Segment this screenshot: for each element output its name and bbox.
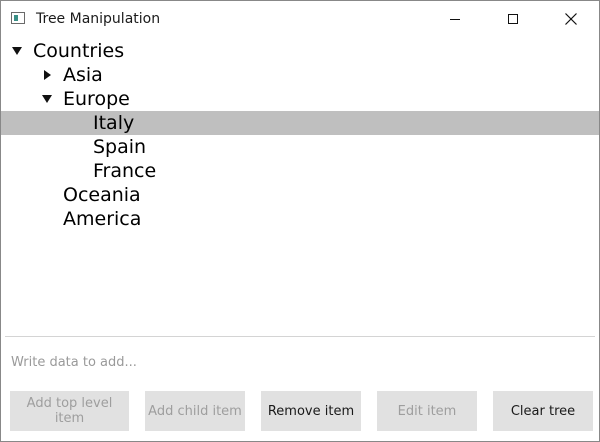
tree-item-countries[interactable]: Countries	[1, 39, 599, 63]
tree-item-label: America	[63, 208, 142, 230]
tree-item-label: Asia	[63, 64, 103, 86]
tree-item-label: Oceania	[63, 184, 141, 206]
edit-item-button[interactable]: Edit item	[377, 391, 477, 431]
tree-item-label: Italy	[93, 112, 135, 134]
window-title: Tree Manipulation	[36, 11, 161, 27]
tree-item-asia[interactable]: Asia	[1, 63, 599, 87]
tree-item-france[interactable]: France	[1, 159, 599, 183]
remove-item-button[interactable]: Remove item	[261, 391, 361, 431]
data-input[interactable]	[5, 344, 595, 380]
divider	[5, 336, 595, 337]
minimize-icon	[450, 18, 460, 20]
add-child-item-button[interactable]: Add child item	[145, 391, 245, 431]
add-top-level-item-button[interactable]: Add top level item	[10, 391, 129, 431]
tree-item-spain[interactable]: Spain	[1, 135, 599, 159]
close-button[interactable]	[548, 1, 594, 37]
tree-item-label: Spain	[93, 136, 147, 158]
close-icon	[565, 13, 577, 25]
app-window-icon	[11, 12, 25, 24]
collapsed-arrow-icon[interactable]	[40, 63, 54, 87]
expanded-arrow-icon[interactable]	[40, 87, 54, 111]
title-bar[interactable]: Tree Manipulation	[1, 1, 599, 37]
tree-item-italy[interactable]: Italy	[1, 111, 599, 135]
tree-item-label: Countries	[33, 40, 125, 62]
maximize-button[interactable]	[490, 1, 536, 37]
tree-item-label: Europe	[63, 88, 130, 110]
expanded-arrow-icon[interactable]	[10, 39, 24, 63]
tree-item-label: France	[93, 160, 157, 182]
minimize-button[interactable]	[432, 1, 478, 37]
app-window: Tree Manipulation Countries Asia Europe …	[0, 0, 600, 442]
clear-tree-button[interactable]: Clear tree	[493, 391, 593, 431]
tree-view[interactable]: Countries Asia Europe Italy Spain France…	[1, 39, 599, 329]
tree-item-america[interactable]: America	[1, 207, 599, 231]
tree-item-europe[interactable]: Europe	[1, 87, 599, 111]
maximize-icon	[508, 14, 518, 24]
tree-item-oceania[interactable]: Oceania	[1, 183, 599, 207]
